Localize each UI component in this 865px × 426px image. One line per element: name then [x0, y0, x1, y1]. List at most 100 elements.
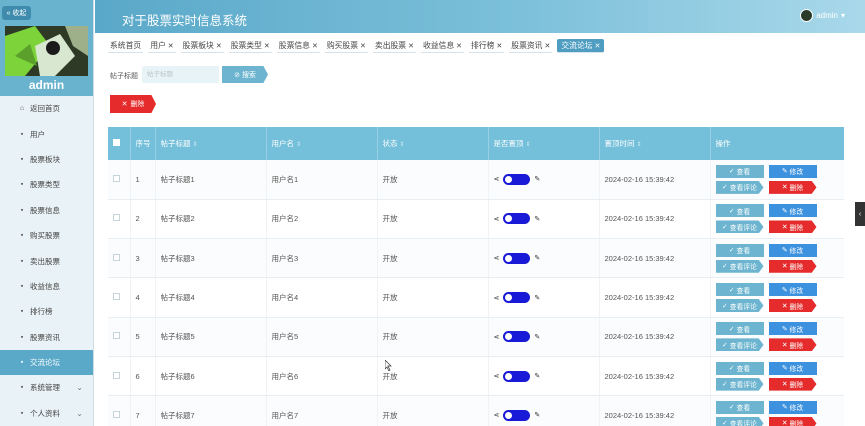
edit-button[interactable]: ✎ 修改 — [768, 204, 817, 218]
delete-button[interactable]: ✕ 删除 — [768, 259, 817, 273]
edit-button[interactable]: ✎ 修改 — [768, 243, 817, 257]
view-comments-button[interactable]: ✓ 查看评论 — [715, 180, 764, 194]
column-header[interactable]: 帖子标题 ⇕ — [155, 127, 267, 160]
search-input[interactable] — [142, 66, 219, 83]
sidebar-item[interactable]: ▪ 交流论坛 — [0, 349, 93, 376]
close-icon[interactable]: ✕ — [312, 42, 318, 50]
sidebar-item[interactable]: ▪ 收益信息 — [0, 274, 93, 299]
tab[interactable]: 收益信息 ✕ — [420, 39, 465, 53]
edit-button[interactable]: ✎ 修改 — [768, 400, 817, 414]
sidebar-item-label: 股票资讯 — [30, 332, 60, 342]
view-button[interactable]: ✓ 查看 — [715, 204, 764, 218]
row-checkbox[interactable] — [108, 199, 131, 240]
row-checkbox[interactable] — [108, 277, 131, 318]
delete-button[interactable]: ✕ 删除 — [768, 416, 817, 426]
select-all-checkbox[interactable] — [108, 127, 131, 160]
sidebar-item[interactable]: ▪ 股票类型 — [0, 172, 93, 197]
column-header[interactable]: 是否置顶 ⇕ — [488, 127, 600, 160]
pin-toggle[interactable] — [503, 370, 531, 382]
sidebar-item[interactable]: ▪ 卖出股票 — [0, 248, 93, 273]
chevron-left-icon[interactable]: ‹ — [855, 202, 865, 226]
row-checkbox[interactable] — [108, 238, 131, 279]
row-checkbox[interactable] — [108, 395, 131, 426]
view-comments-button[interactable]: ✓ 查看评论 — [715, 338, 764, 352]
pin-toggle[interactable] — [503, 213, 531, 225]
tab[interactable]: 股票资讯 ✕ — [509, 39, 553, 53]
close-icon[interactable]: ✕ — [408, 42, 414, 50]
sidebar-item[interactable]: ▪ 用户 — [0, 121, 93, 146]
pin-toggle-cell: ⋖ ✎ — [488, 277, 600, 318]
edit-button[interactable]: ✎ 修改 — [768, 164, 817, 178]
pin-toggle[interactable] — [503, 409, 531, 421]
view-button[interactable]: ✓ 查看 — [715, 164, 764, 178]
view-comments-button[interactable]: ✓ 查看评论 — [715, 220, 764, 234]
view-comments-button[interactable]: ✓ 查看评论 — [715, 416, 764, 426]
tab[interactable]: 交流论坛 ✕ — [557, 39, 605, 53]
sidebar-item[interactable]: ▪ 个人资料 ⌄ — [0, 401, 93, 426]
sidebar-item[interactable]: ▪ 股票资讯 — [0, 325, 93, 350]
view-button[interactable]: ✓ 查看 — [715, 243, 764, 257]
sidebar-item[interactable]: ⌂ 返回首页 — [0, 96, 93, 121]
row-checkbox[interactable] — [108, 160, 131, 200]
tab[interactable]: 股票板块 ✕ — [180, 39, 224, 53]
row-checkbox[interactable] — [108, 317, 131, 357]
view-button[interactable]: ✓ 查看 — [715, 322, 764, 336]
view-comments-button[interactable]: ✓ 查看评论 — [715, 299, 764, 313]
sidebar-item[interactable]: ▪ 股票信息 — [0, 198, 93, 223]
post-user: 用户名1 — [266, 160, 378, 200]
view-button[interactable]: ✓ 查看 — [715, 283, 764, 297]
view-comments-button[interactable]: ✓ 查看评论 — [715, 259, 764, 273]
pin-toggle[interactable] — [503, 292, 531, 304]
delete-button[interactable]: ✕ 删除 — [768, 220, 817, 234]
table-row: 3 帖子标题3 用户名3 开放 ⋖ ✎ 2024-02-16 15:39:42 ✓ 查看 ✎ 修… — [108, 238, 844, 279]
menu-item-icon: ▪ — [20, 384, 24, 392]
sidebar-item[interactable]: ▪ 系统管理 ⌄ — [0, 375, 93, 400]
delete-button[interactable]: ✕ 删除 — [768, 338, 817, 352]
view-button[interactable]: ✓ 查看 — [715, 361, 764, 375]
batch-delete-button[interactable]: ✕ 删除 — [110, 95, 156, 113]
close-icon[interactable]: ✕ — [216, 42, 222, 50]
search-button[interactable]: ⊘ 搜索 — [222, 66, 268, 83]
close-icon[interactable]: ✕ — [496, 42, 502, 50]
pin-toggle-cell: ⋖ ✎ — [488, 199, 600, 240]
close-icon[interactable]: ✕ — [360, 42, 366, 50]
sidebar-item[interactable]: ▪ 购买股票 — [0, 223, 93, 248]
delete-button[interactable]: ✕ 删除 — [768, 377, 817, 391]
tab[interactable]: 股票信息 ✕ — [276, 39, 320, 53]
pin-toggle[interactable] — [503, 173, 531, 185]
column-header[interactable]: 用户名 ⇕ — [266, 127, 378, 160]
sidebar-item[interactable]: ▪ 排行榜 — [0, 299, 93, 324]
edit-button[interactable]: ✎ 修改 — [768, 322, 817, 336]
collapse-button[interactable]: « 收起 — [2, 6, 31, 20]
sidebar-item[interactable]: ▪ 股票板块 — [0, 147, 93, 172]
delete-button[interactable]: ✕ 删除 — [768, 299, 817, 313]
pin-toggle[interactable] — [503, 331, 531, 343]
pin-toggle[interactable] — [503, 252, 531, 264]
edit-button[interactable]: ✎ 修改 — [768, 283, 817, 297]
pin-toggle-cell: ⋖ ✎ — [488, 395, 600, 426]
close-icon[interactable]: ✕ — [456, 42, 462, 50]
tab[interactable]: 排行榜 ✕ — [469, 39, 505, 53]
tab[interactable]: 购买股票 ✕ — [324, 39, 368, 53]
close-icon[interactable]: ✕ — [595, 42, 601, 50]
chevron-down-icon: ⌄ — [76, 408, 83, 418]
post-status: 开放 — [377, 395, 489, 426]
header-user-menu[interactable]: admin ▾ — [800, 9, 845, 22]
table-row: 7 帖子标题7 用户名7 开放 ⋖ ✎ 2024-02-16 15:39:42 ✓ 查看 ✎ 修… — [108, 395, 844, 426]
tab[interactable]: 系统首页 — [108, 39, 144, 53]
close-icon[interactable]: ✕ — [544, 42, 550, 50]
close-icon[interactable]: ✕ — [264, 42, 270, 50]
column-header[interactable]: 置顶时间 ⇕ — [599, 127, 711, 160]
row-checkbox[interactable] — [108, 356, 131, 397]
view-button[interactable]: ✓ 查看 — [715, 400, 764, 414]
tab[interactable]: 卖出股票 ✕ — [372, 39, 416, 53]
column-header[interactable]: 状态 ⇕ — [377, 127, 489, 160]
edit-icon: ✎ — [534, 215, 541, 223]
close-icon[interactable]: ✕ — [168, 42, 174, 50]
edit-button[interactable]: ✎ 修改 — [768, 361, 817, 375]
post-title: 帖子标题6 — [155, 356, 267, 397]
tab[interactable]: 用户 ✕ — [148, 39, 176, 53]
view-comments-button[interactable]: ✓ 查看评论 — [715, 377, 764, 391]
delete-button[interactable]: ✕ 删除 — [768, 180, 817, 194]
tab[interactable]: 股票类型 ✕ — [228, 39, 272, 53]
